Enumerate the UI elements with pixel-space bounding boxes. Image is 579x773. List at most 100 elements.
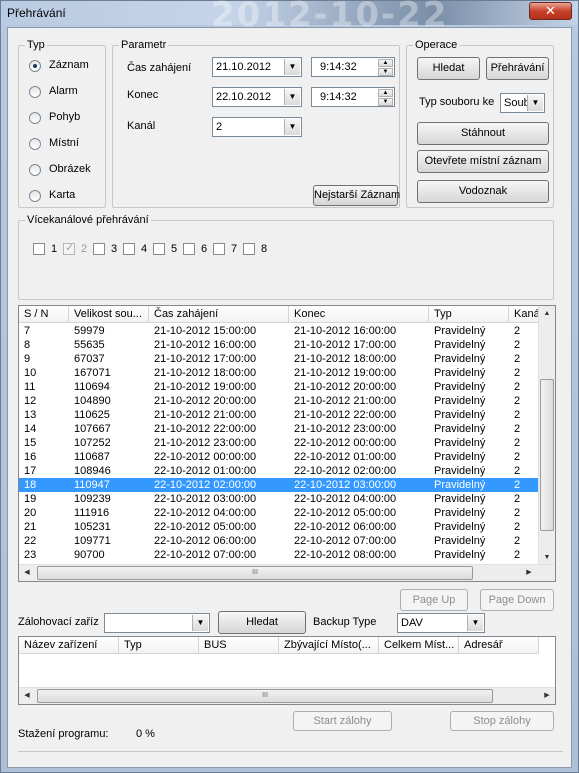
- type-option-label[interactable]: Obrázek: [49, 163, 91, 175]
- table-cell: 12: [24, 395, 37, 407]
- radio-3[interactable]: [29, 112, 41, 124]
- start-backup-button[interactable]: Start zálohy: [293, 711, 392, 731]
- oldest-record-button[interactable]: Nejstarší Záznam: [313, 185, 400, 206]
- table-cell: 22-10-2012 06:00:00: [294, 521, 397, 533]
- chevron-down-icon[interactable]: ▼: [192, 615, 208, 631]
- end-date-picker[interactable]: 22.10.2012 ▼: [212, 87, 302, 107]
- chevron-down-icon[interactable]: ▼: [527, 95, 543, 111]
- backup-device-select[interactable]: ▼: [104, 613, 210, 633]
- table-row[interactable]: 14 107667 21-10-2012 22:00:00 21-10-2012 23…: [19, 422, 549, 436]
- column-header[interactable]: Adresář: [459, 637, 539, 654]
- column-header[interactable]: Konec: [289, 306, 429, 323]
- channel-checkbox-label: 5: [171, 243, 178, 255]
- column-header[interactable]: BUS: [199, 637, 279, 654]
- channel-checkbox[interactable]: [33, 243, 45, 255]
- page-down-button[interactable]: Page Down: [480, 589, 554, 611]
- table-row[interactable]: 9 67037 21-10-2012 17:00:00 21-10-2012 18:0…: [19, 352, 549, 366]
- radio-5[interactable]: [29, 164, 41, 176]
- column-header[interactable]: Typ: [429, 306, 509, 323]
- table-row[interactable]: 23 90700 22-10-2012 07:00:00 22-10-2012 08:…: [19, 548, 549, 562]
- start-date-picker[interactable]: 21.10.2012 ▼: [212, 57, 302, 77]
- scroll-right-icon[interactable]: ▶: [539, 688, 555, 704]
- table-row[interactable]: 21 105231 22-10-2012 05:00:00 22-10-2012 06…: [19, 520, 549, 534]
- type-option-label[interactable]: Pohyb: [49, 111, 80, 123]
- spin-up-icon[interactable]: ▲: [378, 89, 393, 97]
- table-row[interactable]: 16 110687 22-10-2012 00:00:00 22-10-2012 01…: [19, 450, 549, 464]
- start-time-spinner[interactable]: 9:14:32 ▲ ▼: [311, 57, 395, 77]
- records-horizontal-scrollbar[interactable]: ◀ III ▶: [19, 564, 555, 581]
- end-time-spinner[interactable]: 9:14:32 ▲ ▼: [311, 87, 395, 107]
- spin-down-icon[interactable]: ▼: [378, 98, 393, 106]
- channel-checkbox[interactable]: [243, 243, 255, 255]
- page-up-button[interactable]: Page Up: [400, 589, 468, 611]
- type-option-label[interactable]: Alarm: [49, 85, 78, 97]
- download-button[interactable]: Stáhnout: [417, 122, 549, 145]
- table-row[interactable]: 15 107252 21-10-2012 23:00:00 22-10-2012 00…: [19, 436, 549, 450]
- scroll-thumb[interactable]: [540, 379, 554, 531]
- column-header[interactable]: Typ: [119, 637, 199, 654]
- chevron-down-icon[interactable]: ▼: [467, 615, 483, 631]
- backup-type-select[interactable]: DAV ▼: [397, 613, 485, 633]
- spin-down-icon[interactable]: ▼: [378, 68, 393, 76]
- table-row[interactable]: 20 111916 22-10-2012 04:00:00 22-10-2012 05…: [19, 506, 549, 520]
- scroll-right-icon[interactable]: ▶: [521, 565, 537, 581]
- chevron-down-icon[interactable]: ▼: [284, 89, 300, 105]
- stop-backup-button[interactable]: Stop zálohy: [450, 711, 554, 731]
- backup-horizontal-scrollbar[interactable]: ◀ III ▶: [19, 687, 555, 704]
- radio-2[interactable]: [29, 86, 41, 98]
- table-row[interactable]: 19 109239 22-10-2012 03:00:00 22-10-2012 04…: [19, 492, 549, 506]
- chevron-down-icon[interactable]: ▼: [284, 119, 300, 135]
- spin-up-icon[interactable]: ▲: [378, 59, 393, 67]
- channel-checkbox[interactable]: [153, 243, 165, 255]
- type-option-label[interactable]: Místní: [49, 137, 79, 149]
- checkmark-icon: ✓: [65, 242, 75, 254]
- channel-checkbox[interactable]: [213, 243, 225, 255]
- records-table[interactable]: S / N Velikost sou... Čas zahájení Konec Typ…: [18, 305, 556, 582]
- operation-group: Operace Hledat Přehrávání Typ souboru ke…: [406, 38, 554, 208]
- file-type-select[interactable]: Soub ▼: [500, 93, 545, 113]
- records-vertical-scrollbar[interactable]: ▲ ▼: [538, 306, 555, 566]
- table-row[interactable]: 11 110694 21-10-2012 19:00:00 21-10-2012 20…: [19, 380, 549, 394]
- column-header[interactable]: Zbývající Místo(...: [279, 637, 379, 654]
- channel-checkbox[interactable]: [93, 243, 105, 255]
- channel-checkbox[interactable]: [183, 243, 195, 255]
- radio-6[interactable]: [29, 190, 41, 202]
- scroll-up-icon[interactable]: ▲: [539, 306, 555, 322]
- channel-checkbox[interactable]: ✓: [63, 242, 75, 255]
- table-row[interactable]: 8 55635 21-10-2012 16:00:00 21-10-2012 17:0…: [19, 338, 549, 352]
- radio-4[interactable]: [29, 138, 41, 150]
- table-row[interactable]: 17 108946 22-10-2012 01:00:00 22-10-2012 02…: [19, 464, 549, 478]
- table-cell: 107667: [74, 423, 111, 435]
- column-header[interactable]: Celkem Míst...: [379, 637, 459, 654]
- channel-select[interactable]: 2 ▼: [212, 117, 302, 137]
- column-header[interactable]: Čas zahájení: [149, 306, 289, 323]
- type-option-label[interactable]: Záznam: [49, 59, 89, 71]
- channel-checkbox[interactable]: [123, 243, 135, 255]
- table-row[interactable]: 12 104890 21-10-2012 20:00:00 21-10-2012 21…: [19, 394, 549, 408]
- table-row[interactable]: 7 59979 21-10-2012 15:00:00 21-10-2012 16:0…: [19, 324, 549, 338]
- open-local-record-button[interactable]: Otevřete místní záznam: [417, 150, 549, 173]
- column-header[interactable]: Velikost sou...: [69, 306, 149, 323]
- type-option-label[interactable]: Karta: [49, 189, 75, 201]
- watermark-button[interactable]: Vodoznak: [417, 180, 549, 203]
- backup-devices-header: Název zařízení Typ BUS Zbývající Místo(... C…: [19, 637, 539, 654]
- column-header[interactable]: Název zařízení: [19, 637, 119, 654]
- chevron-down-icon[interactable]: ▼: [284, 59, 300, 75]
- close-button[interactable]: ✕: [529, 2, 572, 20]
- column-header[interactable]: S / N: [19, 306, 69, 323]
- title-bar[interactable]: 2012-10-22 Přehrávání ✕: [1, 0, 578, 35]
- table-row[interactable]: 13 110625 21-10-2012 21:00:00 21-10-2012 22…: [19, 408, 549, 422]
- radio-1[interactable]: [29, 60, 41, 72]
- scroll-thumb[interactable]: III: [37, 689, 493, 703]
- table-row[interactable]: 10 167071 21-10-2012 18:00:00 21-10-2012 19…: [19, 366, 549, 380]
- backup-search-button[interactable]: Hledat: [218, 611, 306, 634]
- table-cell: 21-10-2012 21:00:00: [154, 409, 257, 421]
- scroll-left-icon[interactable]: ◀: [19, 565, 35, 581]
- backup-devices-table[interactable]: Název zařízení Typ BUS Zbývající Místo(... C…: [18, 636, 556, 705]
- scroll-thumb[interactable]: III: [37, 566, 473, 580]
- table-row[interactable]: 18 110947 22-10-2012 02:00:00 22-10-2012 03…: [19, 478, 549, 492]
- table-row[interactable]: 22 109771 22-10-2012 06:00:00 22-10-2012 07…: [19, 534, 549, 548]
- playback-button[interactable]: Přehrávání: [486, 57, 549, 80]
- scroll-left-icon[interactable]: ◀: [19, 688, 35, 704]
- search-button[interactable]: Hledat: [417, 57, 480, 80]
